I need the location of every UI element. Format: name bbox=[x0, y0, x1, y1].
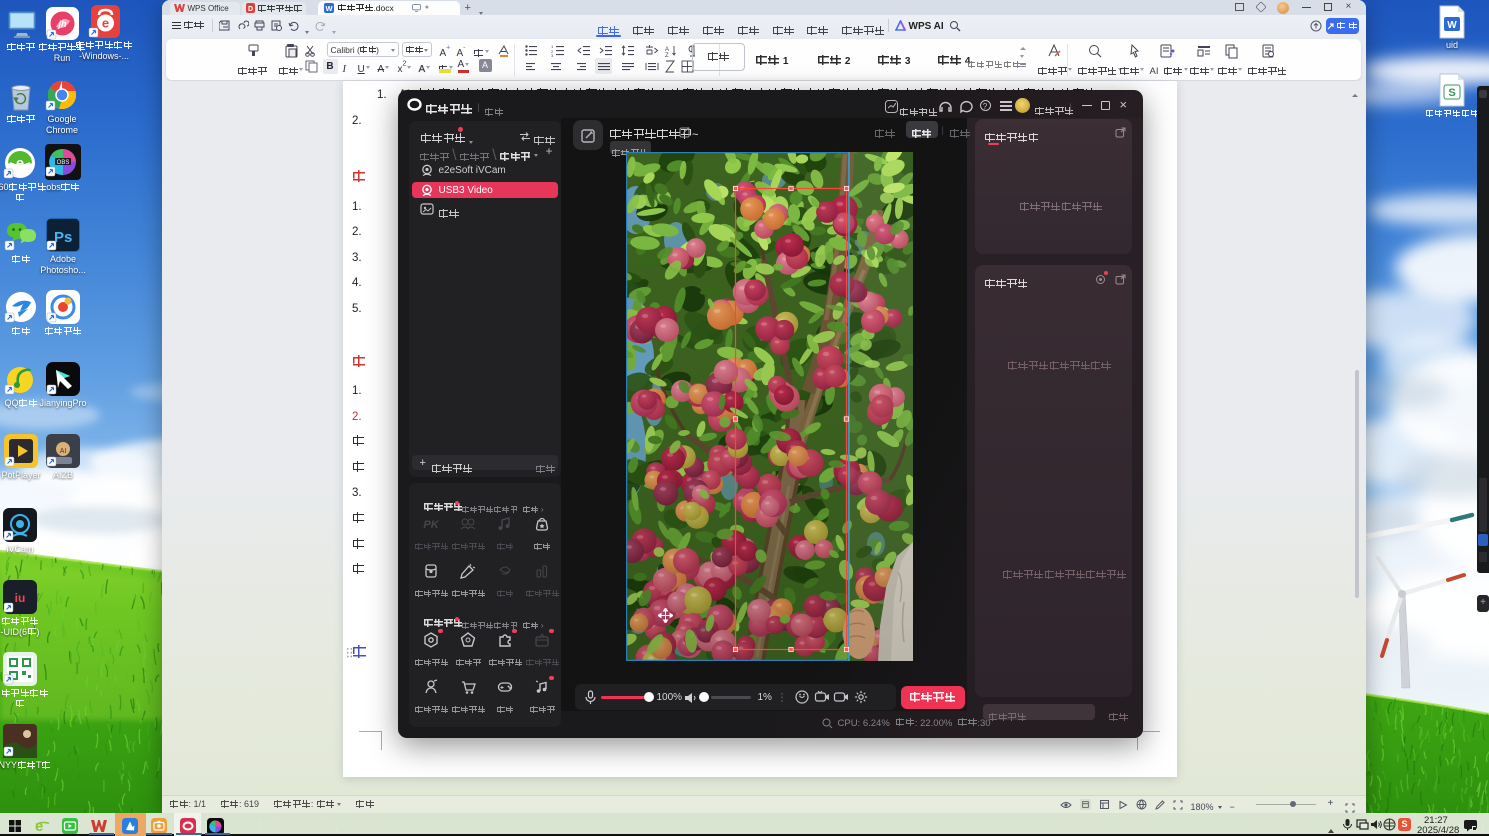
svg-text:e: e bbox=[16, 155, 24, 172]
svg-text:Ps: Ps bbox=[54, 229, 72, 246]
svg-text:S: S bbox=[1448, 87, 1455, 99]
svg-text:iu: iu bbox=[15, 591, 26, 605]
svg-text:Z: Z bbox=[665, 53, 669, 57]
svg-text:W: W bbox=[325, 4, 333, 13]
svg-text:3: 3 bbox=[551, 53, 554, 57]
svg-text:e: e bbox=[35, 818, 43, 834]
svg-text:PK: PK bbox=[423, 519, 439, 531]
svg-text:jh: jh bbox=[58, 19, 68, 29]
svg-text:W: W bbox=[1447, 20, 1457, 31]
svg-text:e: e bbox=[102, 16, 109, 31]
svg-text:OBS: OBS bbox=[57, 160, 70, 166]
svg-text:AI: AI bbox=[60, 448, 67, 455]
svg-text:D: D bbox=[247, 6, 252, 13]
